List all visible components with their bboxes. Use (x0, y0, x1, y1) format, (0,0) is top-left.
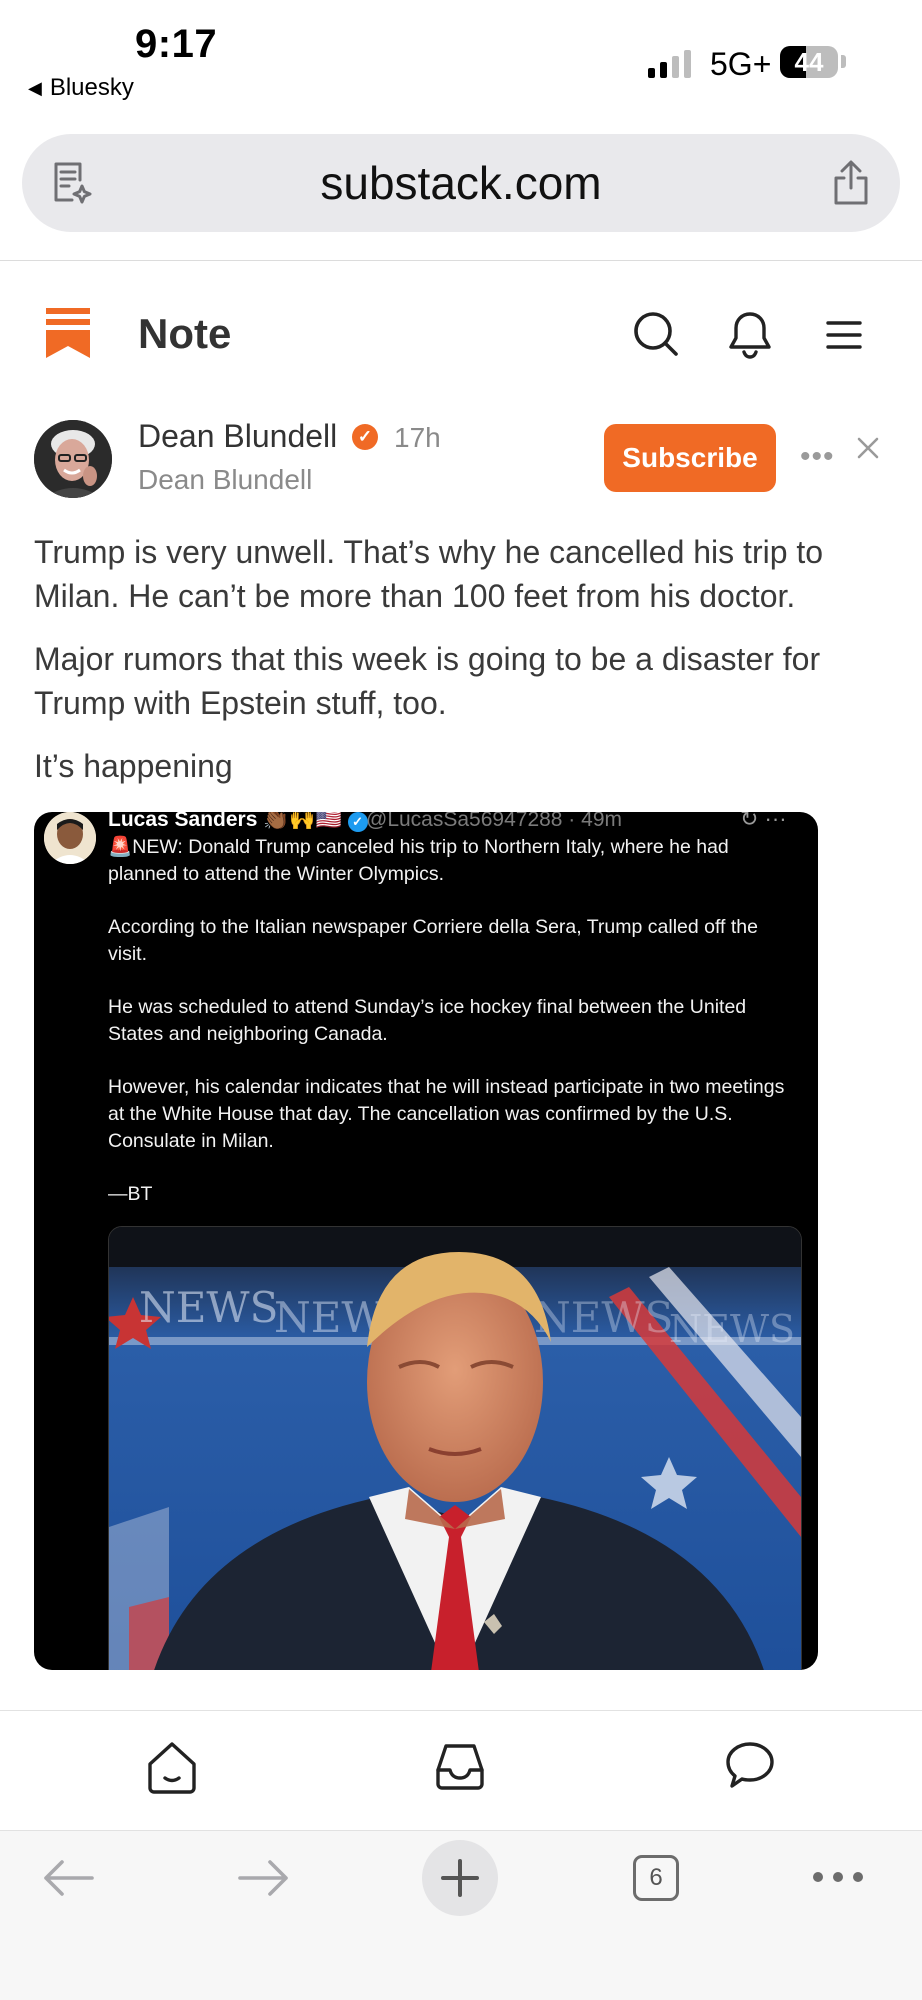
hamburger-menu-icon[interactable] (826, 320, 862, 355)
network-type: 5G+ (710, 46, 772, 82)
post-paragraph: Major rumors that this week is going to … (34, 641, 821, 721)
back-triangle-icon: ◀ (28, 77, 42, 98)
embed-paragraph: 🚨NEW: Donald Trump canceled his trip to … (108, 836, 729, 885)
divider (0, 260, 922, 261)
inbox-icon[interactable] (434, 1740, 486, 1797)
embed-photo: NEWS NEWS NEWS NEWS (108, 1226, 802, 1670)
author-publication[interactable]: Dean Blundell (138, 464, 312, 496)
backdrop-text: NEWS (534, 1293, 673, 1342)
emoji-badges-icon: 👏🏾🙌🇺🇸 (263, 812, 342, 831)
url-text[interactable]: substack.com (0, 156, 922, 210)
post-paragraph: Trump is very unwell. That’s why he canc… (34, 534, 824, 614)
embed-author-name: Lucas Sanders 👏🏾🙌🇺🇸 ✓ (108, 812, 368, 832)
bell-icon[interactable] (726, 310, 774, 365)
battery-icon: 44 (780, 46, 838, 78)
more-menu-icon[interactable] (812, 1870, 864, 1889)
post-paragraph: It’s happening (34, 748, 233, 784)
new-tab-button[interactable] (422, 1840, 498, 1916)
search-icon[interactable] (632, 310, 680, 363)
cellular-signal-icon (648, 48, 691, 78)
embed-author-avatar (44, 812, 96, 864)
embed-paragraph: However, his calendar indicates that he … (108, 1076, 785, 1152)
plus-icon (441, 1859, 479, 1897)
status-time: 9:17 (135, 22, 218, 66)
substack-logo-icon[interactable] (46, 308, 90, 363)
forward-arrow-icon[interactable] (238, 1858, 290, 1903)
chat-icon[interactable] (724, 1740, 776, 1797)
home-icon[interactable] (146, 1740, 198, 1799)
embed-paragraph: —BT (108, 1183, 153, 1205)
backdrop-text: NEWS (669, 1307, 795, 1351)
embed-paragraph: He was scheduled to attend Sunday’s ice … (108, 996, 747, 1045)
subscribe-button[interactable]: Subscribe (604, 424, 776, 492)
author-avatar[interactable] (34, 420, 112, 498)
verified-badge-icon: ✓ (352, 424, 378, 450)
share-icon[interactable] (830, 160, 872, 211)
more-options-icon[interactable]: ••• (800, 440, 835, 474)
battery-percent: 44 (794, 47, 824, 77)
back-arrow-icon[interactable] (42, 1858, 94, 1903)
embed-actions-icon: ↻ ··· (740, 812, 787, 831)
blue-verified-icon: ✓ (347, 812, 368, 832)
embedded-post-image[interactable]: Lucas Sanders 👏🏾🙌🇺🇸 ✓ @LucasSa56947288 ·… (34, 812, 818, 1670)
back-to-app-link[interactable]: ◀ Bluesky (28, 74, 134, 102)
embed-paragraph: According to the Italian newspaper Corri… (108, 916, 758, 965)
backdrop-text: NEWS (139, 1283, 278, 1332)
embed-author-handle: @LucasSa56947288 · 49m (366, 812, 622, 831)
post-time[interactable]: 17h (394, 422, 441, 454)
battery-cap (841, 55, 846, 68)
page-title: Note (138, 310, 232, 357)
back-app-label: Bluesky (49, 74, 134, 101)
close-icon[interactable] (856, 436, 880, 465)
author-name[interactable]: Dean Blundell (138, 418, 337, 455)
tab-switcher-button[interactable]: 6 (633, 1855, 679, 1901)
divider (0, 1710, 922, 1711)
